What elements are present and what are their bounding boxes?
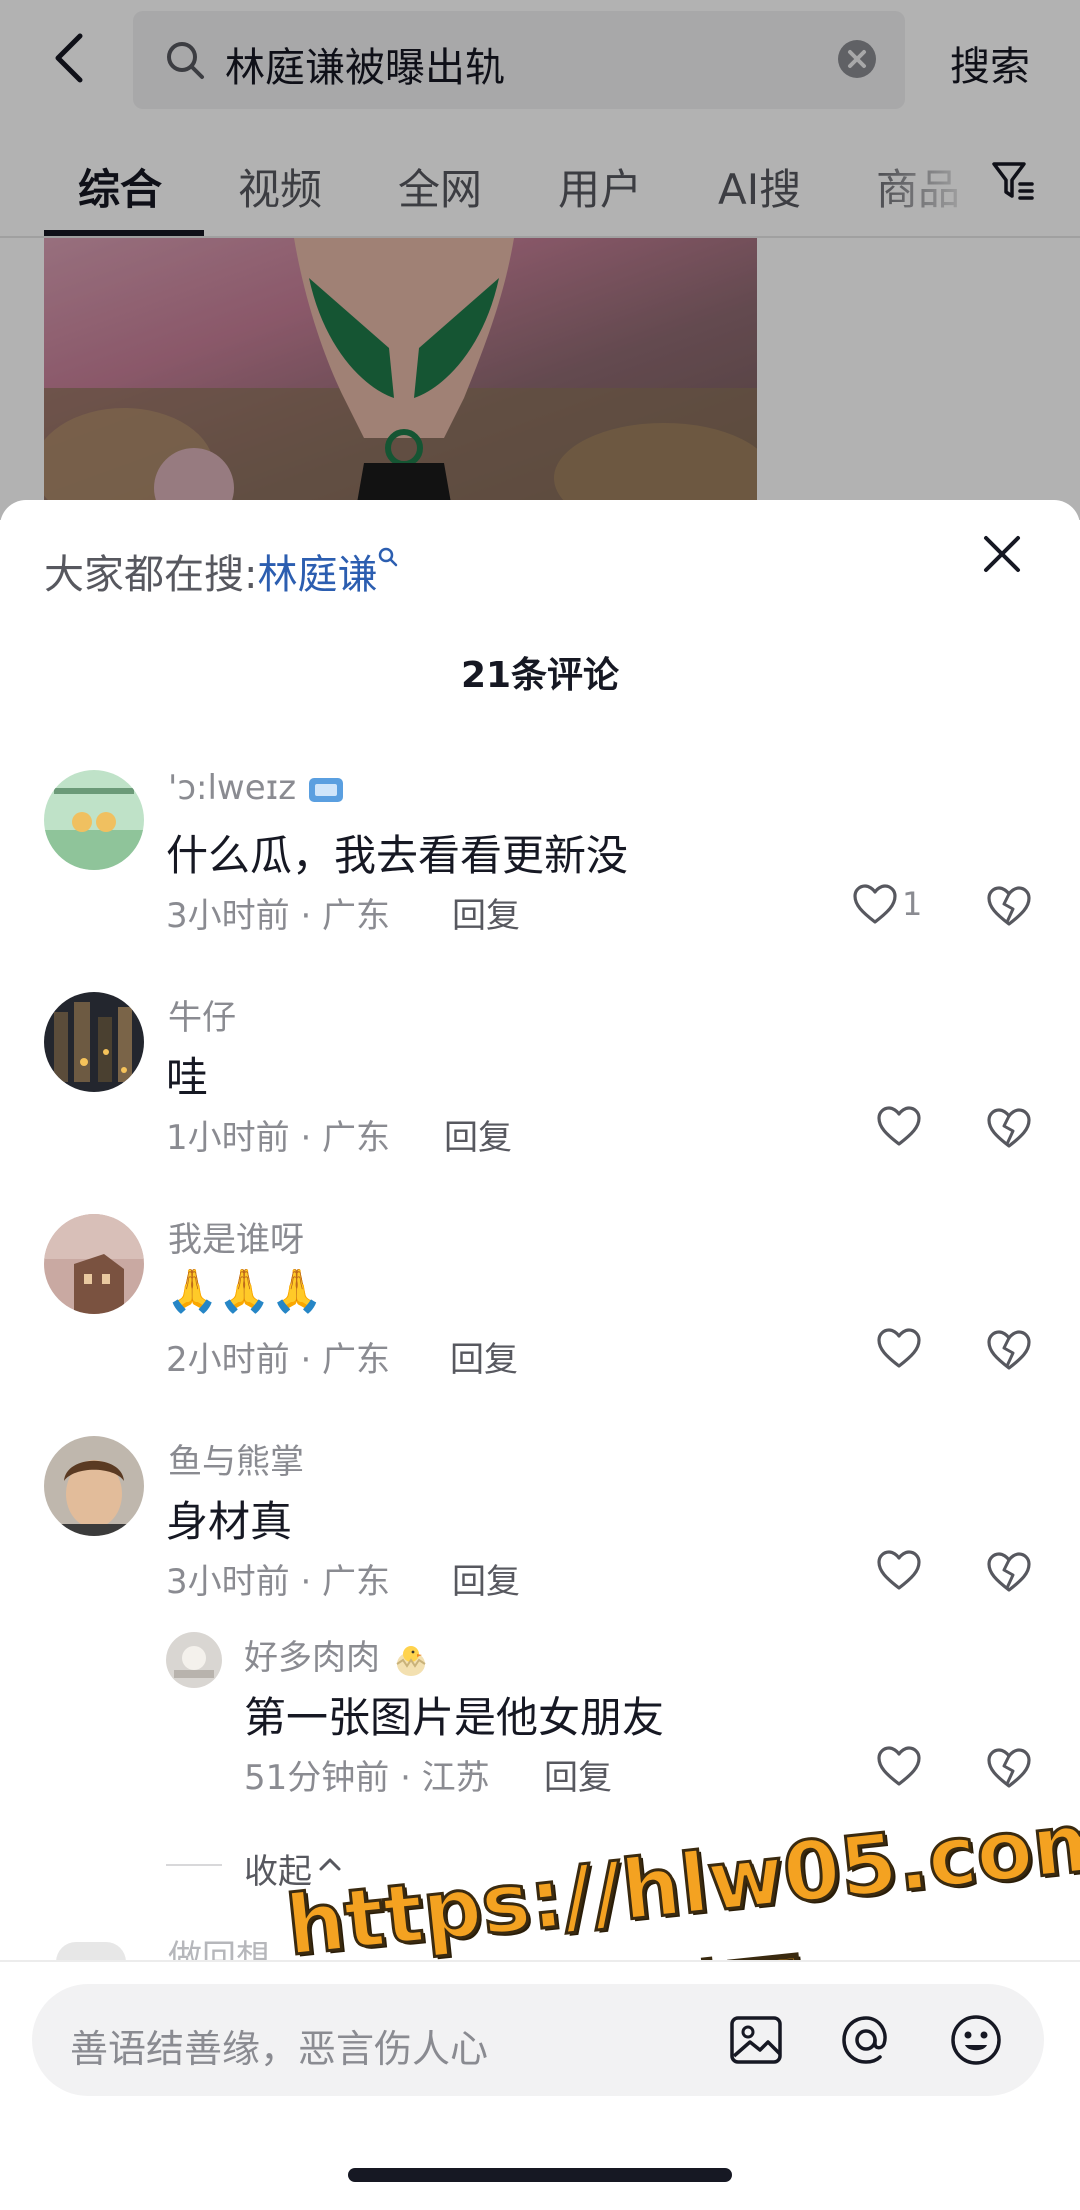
- avatar[interactable]: [166, 1632, 222, 1688]
- reply-button[interactable]: 回复: [452, 888, 520, 937]
- heart-icon: [877, 1550, 921, 1590]
- close-icon[interactable]: [978, 530, 1026, 578]
- broken-heart-icon[interactable]: [986, 1328, 1032, 1372]
- avatar[interactable]: [44, 992, 144, 1092]
- avatar[interactable]: [56, 1942, 126, 1962]
- input-placeholder: 善语结善缘，恶言伤人心: [70, 2027, 489, 2071]
- hot-search-keyword[interactable]: 林庭谦: [257, 552, 377, 598]
- broken-heart-icon[interactable]: [986, 1550, 1032, 1594]
- emoji-icon[interactable]: [948, 2012, 1004, 2068]
- avatar[interactable]: [44, 770, 144, 870]
- like-count: 1: [902, 885, 923, 923]
- search-results-page: 林庭谦被曝出轨 搜索 综合 视频 全网 用户 AI搜 商品: [0, 0, 1080, 520]
- comment-text: 身材真: [166, 1497, 293, 1546]
- comment-meta: 3小时前 · 广东: [166, 1562, 391, 1602]
- reply-button[interactable]: 回复: [450, 1332, 518, 1381]
- comment-meta: 2小时前 · 广东: [166, 1340, 391, 1380]
- search-icon: [379, 547, 398, 567]
- heart-icon: [877, 1746, 921, 1786]
- comment-username[interactable]: 牛仔: [168, 990, 236, 1039]
- mention-icon[interactable]: [838, 2012, 894, 2068]
- like-button[interactable]: [876, 1104, 922, 1152]
- comment-username[interactable]: 做回想: [168, 1940, 278, 1960]
- like-button[interactable]: [876, 1744, 922, 1792]
- chick-icon: [396, 1645, 426, 1676]
- comment-username[interactable]: 'ɔ:lweɪz: [168, 768, 345, 808]
- level-badge-icon: [308, 777, 343, 802]
- comment-text: 哇: [166, 1053, 209, 1102]
- reply-button[interactable]: 回复: [544, 1750, 612, 1799]
- modal-scrim[interactable]: [0, 0, 1080, 520]
- comment-meta: 3小时前 · 广东: [166, 896, 391, 936]
- comment-username[interactable]: 我是谁呀: [168, 1212, 304, 1261]
- like-button[interactable]: 1: [852, 882, 922, 930]
- username-text: 好多肉肉: [244, 1638, 380, 1678]
- home-indicator: [348, 2168, 732, 2182]
- comment-text: 什么瓜，我去看看更新没: [166, 831, 629, 880]
- heart-icon: [877, 1106, 921, 1146]
- comment-meta: 1小时前 · 广东: [166, 1118, 391, 1158]
- broken-heart-icon[interactable]: [986, 1106, 1032, 1150]
- reply-button[interactable]: 回复: [452, 1554, 520, 1603]
- avatar[interactable]: [44, 1436, 144, 1536]
- reply-meta: 51分钟前 · 江苏: [244, 1758, 490, 1798]
- avatar[interactable]: [44, 1214, 144, 1314]
- username-text: 'ɔ:lweɪz: [168, 768, 297, 808]
- comment-text: 🙏🙏🙏: [166, 1266, 323, 1315]
- reply-button[interactable]: 回复: [444, 1110, 512, 1159]
- comment-input[interactable]: 善语结善缘，恶言伤人心: [32, 1984, 1044, 2096]
- broken-heart-icon[interactable]: [986, 1746, 1032, 1790]
- image-icon[interactable]: [728, 2012, 784, 2068]
- comment-username[interactable]: 鱼与熊掌: [168, 1434, 304, 1483]
- comment-count: 21条评论: [460, 655, 620, 696]
- like-button[interactable]: [876, 1326, 922, 1374]
- hot-search-bar[interactable]: 大家都在搜:林庭谦: [44, 542, 399, 600]
- username-text: 做回想: [168, 1940, 270, 1960]
- heart-icon: [877, 1328, 921, 1368]
- hot-search-prefix: 大家都在搜:: [44, 552, 258, 598]
- reply-text: 第一张图片是他女朋友: [244, 1693, 665, 1742]
- reply-username[interactable]: 好多肉肉: [244, 1630, 431, 1679]
- like-button[interactable]: [876, 1548, 922, 1596]
- broken-heart-icon[interactable]: [986, 884, 1032, 928]
- divider: [166, 1864, 222, 1866]
- comments-sheet: 大家都在搜:林庭谦 21条评论 'ɔ:lweɪz 什么瓜，我去看看更新没 3小时…: [0, 500, 1080, 2210]
- heart-icon: [853, 884, 897, 924]
